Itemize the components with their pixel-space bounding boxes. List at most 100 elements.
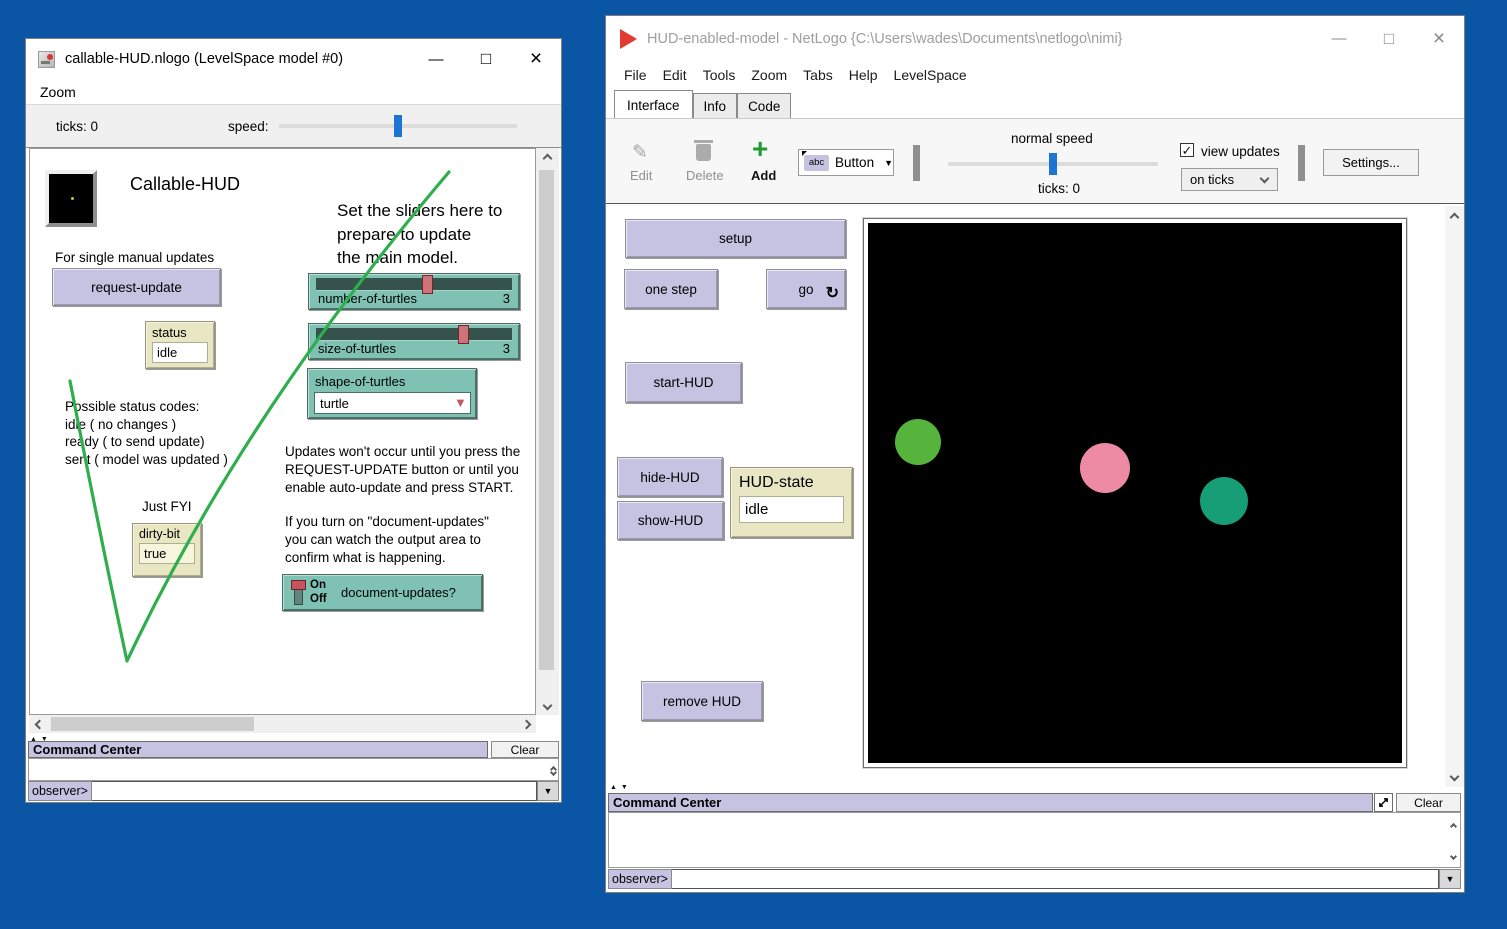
view-updates-checkbox[interactable]: ✓ xyxy=(1180,143,1194,157)
switch-label: document-updates? xyxy=(341,585,456,600)
left-horizontal-scrollbar[interactable] xyxy=(29,715,536,733)
minimize-icon[interactable]: — xyxy=(1314,16,1364,61)
main-speed-handle[interactable] xyxy=(1049,153,1057,175)
popout-arrows-icon xyxy=(1378,797,1389,808)
slider-track[interactable] xyxy=(316,328,512,341)
left-ticks-counter: ticks: 0 xyxy=(56,119,98,134)
update-mode-dropdown[interactable]: on ticks xyxy=(1181,168,1278,191)
status-monitor: status idle xyxy=(145,321,215,369)
remove-hud-button[interactable]: remove HUD xyxy=(641,681,763,721)
levelspace-model-window: callable-HUD.nlogo (LevelSpace model #0)… xyxy=(25,38,562,803)
chooser-value: turtle xyxy=(320,396,349,411)
left-cc-output[interactable] xyxy=(28,758,559,781)
scrollbar-thumb[interactable] xyxy=(51,717,254,731)
left-speed-handle[interactable] xyxy=(394,115,402,137)
cc-splitter-arrows[interactable]: ▲ ▼ xyxy=(610,784,629,791)
scroll-right-arrow[interactable] xyxy=(518,715,534,733)
document-updates-switch[interactable]: On Off document-updates? xyxy=(282,574,483,611)
history-dropdown-icon[interactable]: ▼ xyxy=(1439,869,1461,889)
cursor-arrow-icon xyxy=(802,151,807,156)
go-button-label: go xyxy=(798,282,813,297)
right-vertical-scrollbar[interactable] xyxy=(1445,206,1464,787)
tab-bar: Interface Info Code xyxy=(606,89,1464,118)
left-vertical-scrollbar[interactable] xyxy=(536,148,559,715)
hud-state-monitor-label: HUD-state xyxy=(739,474,844,492)
scroll-up-arrow[interactable] xyxy=(1445,210,1464,224)
close-icon[interactable]: × xyxy=(1414,16,1464,61)
history-dropdown-icon[interactable]: ▼ xyxy=(537,781,559,801)
switch-knob[interactable] xyxy=(291,580,306,590)
left-speed-label: speed: xyxy=(228,119,269,134)
menu-tools[interactable]: Tools xyxy=(695,67,744,83)
tab-interface[interactable]: Interface xyxy=(614,90,693,118)
menu-tabs[interactable]: Tabs xyxy=(795,67,841,83)
hide-hud-button[interactable]: hide-HUD xyxy=(617,457,723,497)
left-titlebar[interactable]: callable-HUD.nlogo (LevelSpace model #0)… xyxy=(26,39,561,79)
menu-edit[interactable]: Edit xyxy=(655,67,695,83)
slider-label: number-of-turtles xyxy=(318,291,417,306)
observer-prompt: observer> xyxy=(28,781,92,801)
scroll-down-arrow[interactable] xyxy=(1445,769,1464,783)
left-model-canvas: Callable-HUD For single manual updates r… xyxy=(29,148,536,715)
slider-value: 3 xyxy=(503,291,510,306)
main-speed-slider[interactable] xyxy=(948,162,1158,166)
menu-levelspace[interactable]: LevelSpace xyxy=(886,67,975,83)
right-cc-output[interactable] xyxy=(608,812,1461,868)
forever-icon: ↻ xyxy=(826,283,839,303)
menu-help[interactable]: Help xyxy=(841,67,886,83)
edit-widget-icon[interactable]: ✎ xyxy=(632,141,648,164)
show-hud-button[interactable]: show-HUD xyxy=(617,501,724,540)
close-icon[interactable]: × xyxy=(511,39,561,79)
menu-zoom[interactable]: Zoom xyxy=(40,84,76,100)
widget-type-value: Button xyxy=(835,155,874,170)
menu-file[interactable]: File xyxy=(616,67,655,83)
tab-code[interactable]: Code xyxy=(737,93,791,118)
right-titlebar[interactable]: HUD-enabled-model - NetLogo {C:\Users\wa… xyxy=(606,16,1464,61)
slider-handle[interactable] xyxy=(422,275,433,294)
request-update-button[interactable]: request-update xyxy=(52,268,221,306)
command-input[interactable] xyxy=(672,869,1439,889)
slider-handle[interactable] xyxy=(458,325,469,344)
menu-zoom[interactable]: Zoom xyxy=(743,67,795,83)
setup-button[interactable]: setup xyxy=(625,219,846,258)
start-hud-button[interactable]: start-HUD xyxy=(625,362,742,403)
model-window-icon xyxy=(38,51,55,68)
turtle-teal xyxy=(1200,477,1248,525)
tab-info[interactable]: Info xyxy=(693,93,738,118)
scroll-left-arrow[interactable] xyxy=(31,715,47,733)
maximize-icon[interactable]: □ xyxy=(461,39,511,79)
go-button[interactable]: go ↻ xyxy=(766,269,846,309)
maximize-icon[interactable]: □ xyxy=(1364,16,1414,61)
scroll-up-arrow[interactable] xyxy=(536,150,559,166)
add-widget-label[interactable]: Add xyxy=(751,168,776,183)
left-cc-clear-button[interactable]: Clear xyxy=(491,741,559,758)
delete-widget-label[interactable]: Delete xyxy=(686,168,724,183)
slider-track[interactable] xyxy=(316,278,512,291)
widget-type-dropdown[interactable]: abc Button ▼ xyxy=(798,149,894,176)
cc-popout-button[interactable] xyxy=(1374,793,1393,812)
output-scroll-down[interactable] xyxy=(551,762,556,780)
turtle-green xyxy=(895,419,941,465)
view-updates-label: view updates xyxy=(1201,144,1280,159)
settings-button[interactable]: Settings... xyxy=(1323,149,1419,176)
size-of-turtles-slider[interactable]: size-of-turtles 3 xyxy=(308,323,520,360)
output-scroll-down[interactable] xyxy=(1450,853,1457,860)
slider-instructions-note: Set the sliders here to prepare to updat… xyxy=(337,199,502,270)
scroll-down-arrow[interactable] xyxy=(536,697,559,713)
delete-widget-icon[interactable] xyxy=(696,144,711,161)
edit-widget-label[interactable]: Edit xyxy=(630,168,652,183)
left-speed-slider[interactable] xyxy=(279,124,517,128)
add-widget-icon[interactable]: + xyxy=(752,133,768,165)
command-input[interactable] xyxy=(92,781,537,801)
one-step-button[interactable]: one step xyxy=(624,269,718,309)
right-menubar: File Edit Tools Zoom Tabs Help LevelSpac… xyxy=(606,61,1464,89)
chooser-value-box[interactable]: turtle xyxy=(314,392,471,414)
minimize-icon[interactable]: — xyxy=(411,39,461,79)
scrollbar-thumb[interactable] xyxy=(539,170,554,670)
shape-of-turtles-chooser[interactable]: shape-of-turtles turtle ▼ xyxy=(307,368,477,419)
number-of-turtles-slider[interactable]: number-of-turtles 3 xyxy=(308,273,520,310)
right-cc-clear-button[interactable]: Clear xyxy=(1396,793,1461,812)
output-scroll-up[interactable] xyxy=(1450,823,1457,830)
chooser-dropdown-icon[interactable]: ▼ xyxy=(454,395,467,410)
netlogo-main-window: HUD-enabled-model - NetLogo {C:\Users\wa… xyxy=(605,15,1465,893)
